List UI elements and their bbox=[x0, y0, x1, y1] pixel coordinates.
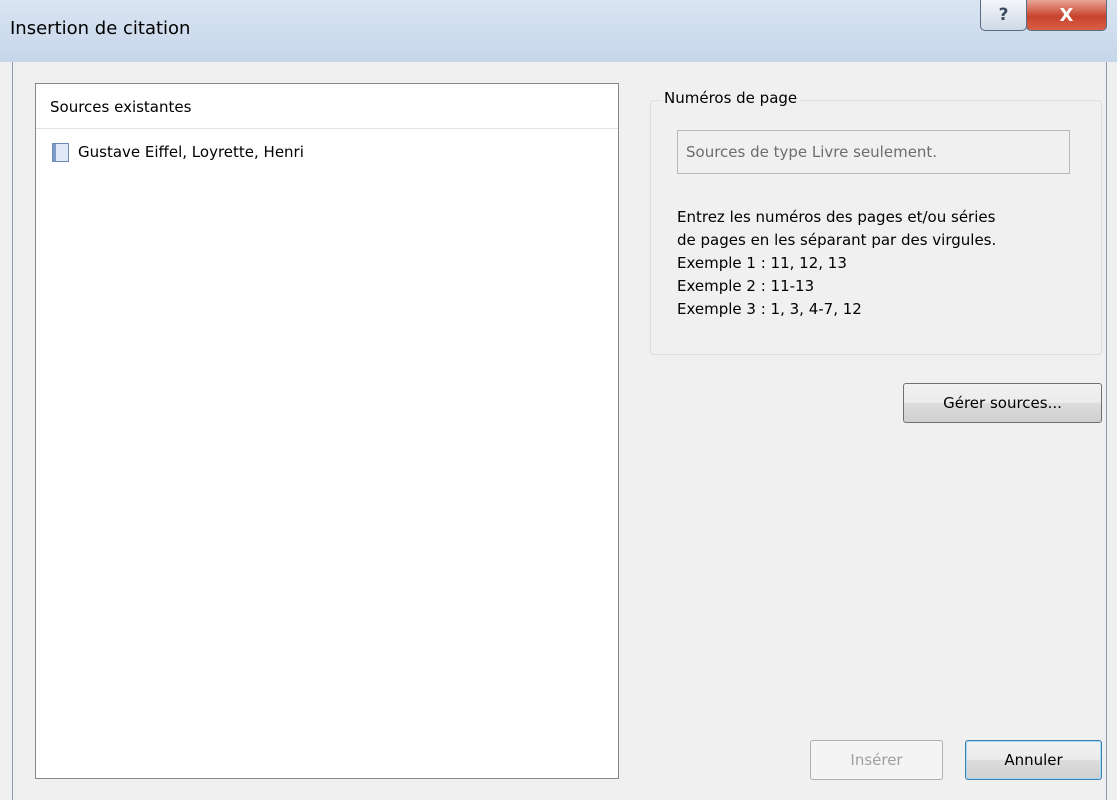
help-line: Exemple 2 : 11-13 bbox=[677, 277, 815, 295]
sources-header-label: Sources existantes bbox=[50, 98, 192, 116]
list-item[interactable]: Gustave Eiffel, Loyrette, Henri bbox=[44, 140, 604, 164]
close-button[interactable]: X bbox=[1026, 0, 1107, 31]
manage-sources-button[interactable]: Gérer sources... bbox=[903, 383, 1102, 423]
page-numbers-input[interactable] bbox=[677, 130, 1070, 174]
title-bar: Insertion de citation ? X bbox=[0, 0, 1117, 62]
help-icon: ? bbox=[998, 5, 1009, 25]
insert-button[interactable]: Insérer bbox=[810, 740, 943, 780]
cancel-button[interactable]: Annuler bbox=[965, 740, 1102, 780]
help-button[interactable]: ? bbox=[980, 0, 1027, 31]
help-line: Exemple 3 : 1, 3, 4-7, 12 bbox=[677, 300, 862, 318]
book-icon bbox=[52, 142, 69, 162]
source-label: Gustave Eiffel, Loyrette, Henri bbox=[78, 143, 304, 161]
sources-list-header[interactable]: Sources existantes bbox=[36, 84, 618, 129]
sources-list[interactable]: Sources existantes Gustave Eiffel, Loyre… bbox=[35, 83, 619, 779]
page-numbers-legend: Numéros de page bbox=[661, 89, 801, 107]
help-line: Entrez les numéros des pages et/ou série… bbox=[677, 208, 996, 226]
dialog-title: Insertion de citation bbox=[10, 18, 191, 39]
page-numbers-help: Entrez les numéros des pages et/ou série… bbox=[677, 206, 1087, 321]
help-line: Exemple 1 : 11, 12, 13 bbox=[677, 254, 847, 272]
help-line: de pages en les séparant par des virgule… bbox=[677, 231, 997, 249]
close-icon: X bbox=[1059, 4, 1074, 26]
